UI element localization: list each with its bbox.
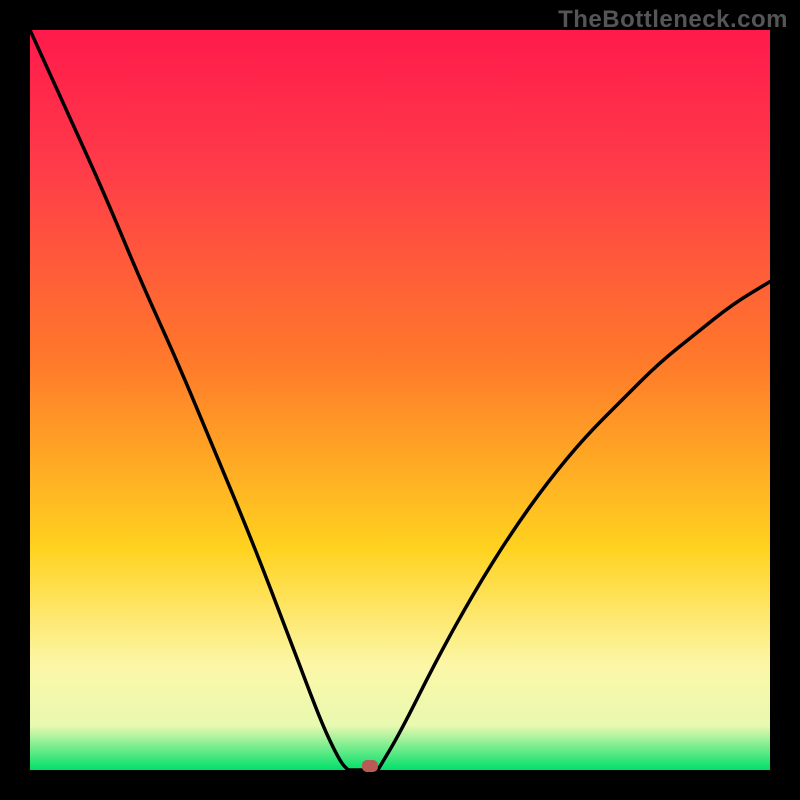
chart-frame: TheBottleneck.com [0, 0, 800, 800]
plot-area [30, 30, 770, 770]
current-point-marker [362, 760, 378, 772]
gradient-background [30, 30, 770, 770]
watermark-text: TheBottleneck.com [558, 6, 788, 34]
chart-svg [30, 30, 770, 770]
